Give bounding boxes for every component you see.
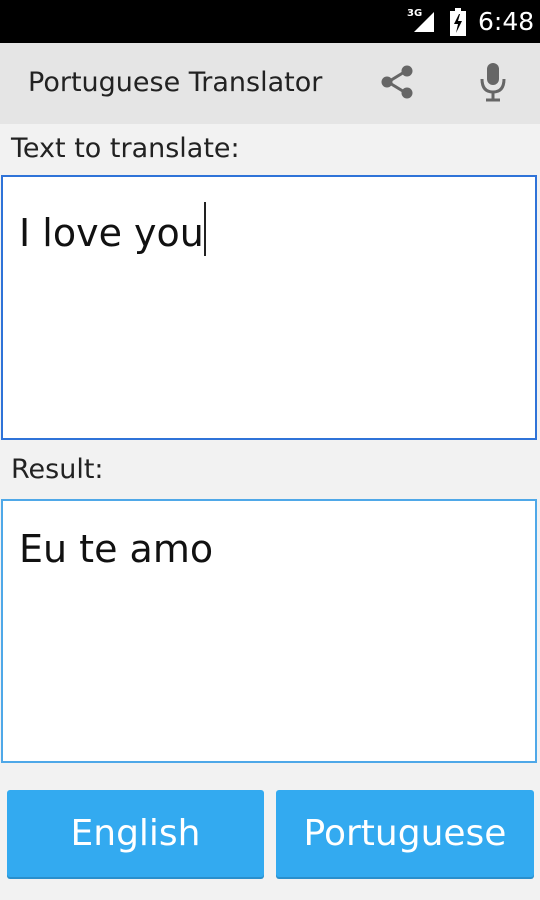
action-bar: Portuguese Translator [0,43,540,124]
text-to-translate-input[interactable]: I love you [1,175,537,440]
cell-signal-icon [412,10,436,38]
source-language-button[interactable]: English [7,790,264,877]
status-clock: 6:48 [478,7,535,36]
status-bar: 3G 6:48 [0,0,540,43]
result-text: Eu te amo [19,527,214,571]
battery-charging-icon [450,8,466,40]
text-cursor [203,202,206,256]
voice-input-button[interactable] [460,57,526,111]
result-output[interactable]: Eu te amo [1,499,537,763]
input-text: I love you [19,211,204,255]
target-language-button[interactable]: Portuguese [276,790,534,877]
input-label: Text to translate: [11,133,240,164]
share-icon [378,62,418,106]
app-title: Portuguese Translator [28,67,323,98]
share-button[interactable] [365,57,431,111]
result-label: Result: [11,454,104,485]
microphone-icon [478,61,508,107]
